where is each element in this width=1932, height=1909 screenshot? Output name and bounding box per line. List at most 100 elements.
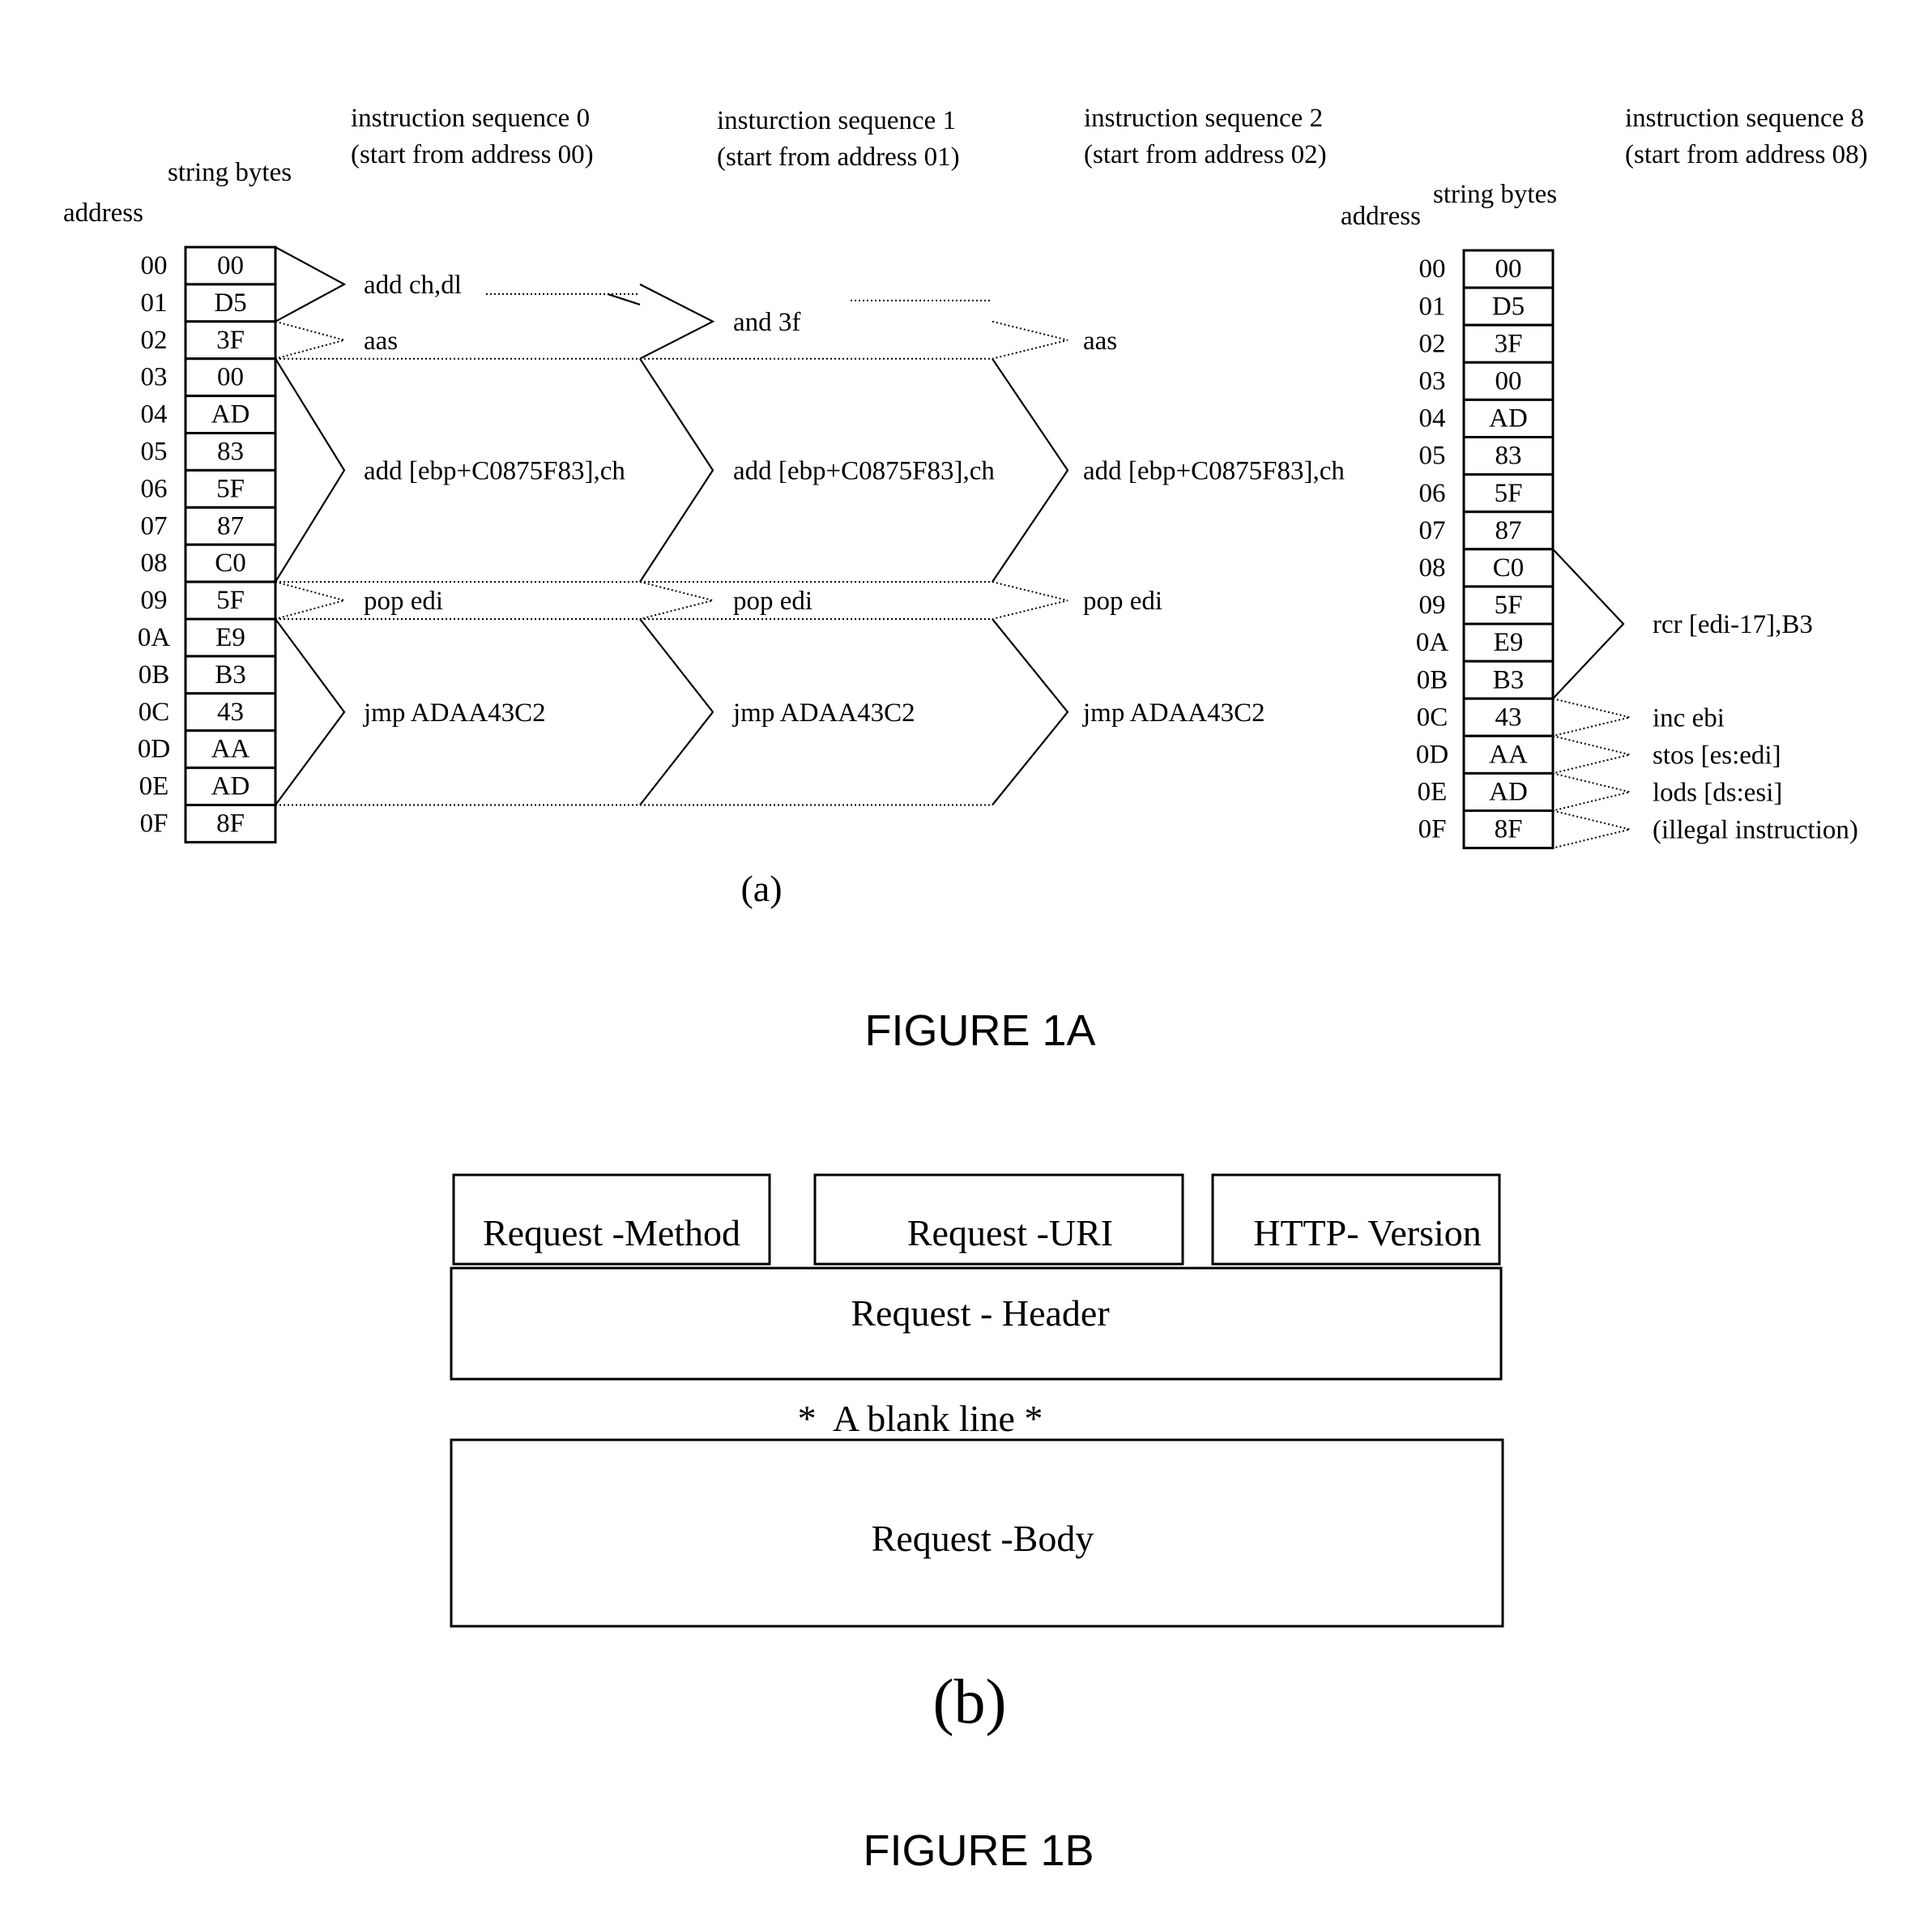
figure-1a: address string bytes instruction sequenc… <box>63 104 1868 1055</box>
instruction-label: jmp ADAA43C2 <box>363 698 546 728</box>
seq0-subtitle: (start from address 00) <box>351 140 594 169</box>
seq1-subtitle: (start from address 01) <box>717 143 960 172</box>
instruction-label: aas <box>364 327 398 356</box>
instruction-bracket <box>275 581 348 620</box>
figure-1b: Request -Method Request -URI HTTP- Versi… <box>450 1173 1504 1875</box>
right-table-address: 0D <box>1416 740 1448 769</box>
right-table-byte: B3 <box>1493 665 1525 694</box>
instruction-bracket <box>639 581 714 620</box>
request-method-label: Request -Method <box>483 1212 740 1253</box>
right-table-address: 04 <box>1419 404 1446 433</box>
right-table-byte: 5F <box>1495 479 1523 508</box>
seq8-instruction-label: (illegal instruction) <box>1653 816 1858 845</box>
left-table-byte: E9 <box>215 623 245 652</box>
right-table-address: 0B <box>1417 665 1448 694</box>
left-string-bytes-table: 00 00 01 D5 02 3F 03 00 04 AD 05 83 06 5F 07 87 08 C0 09 5F… <box>138 246 277 843</box>
seq8-title: instruction sequence 8 <box>1625 104 1864 133</box>
right-table-byte: 8F <box>1495 815 1523 844</box>
right-table-address: 0F <box>1418 815 1447 844</box>
left-table-byte: B3 <box>215 660 246 690</box>
left-table-address: 01 <box>141 288 168 318</box>
seq8-instruction-label: inc ebi <box>1653 703 1725 732</box>
seq8-instruction-bracket <box>1552 698 1631 737</box>
instruction-label: and 3f <box>733 308 800 337</box>
left-table-byte: C0 <box>215 549 246 578</box>
instruction-bracket <box>639 618 714 806</box>
request-header-label: Request - Header <box>851 1292 1109 1334</box>
seq8-instruction-bracket <box>1552 735 1631 775</box>
left-table-address: 0C <box>139 698 170 727</box>
left-table-byte: 00 <box>217 363 244 392</box>
left-table-address: 09 <box>141 586 168 615</box>
right-table-byte: 43 <box>1495 703 1522 732</box>
instruction-label: jmp ADAA43C2 <box>732 698 915 728</box>
right-string-bytes-table: 00 00 01 D5 02 3F 03 00 04 AD 05 83 06 5F 07 87 08 C0 09 5F… <box>1416 249 1555 850</box>
left-table-address: 03 <box>141 363 168 392</box>
left-table-byte: 43 <box>217 698 244 727</box>
left-table-byte: AD <box>211 772 250 801</box>
instruction-label: add ch,dl <box>364 271 462 300</box>
left-table-address: 0B <box>139 660 170 690</box>
right-table-address: 09 <box>1419 591 1446 620</box>
left-table-address: 02 <box>141 326 168 355</box>
instruction-label: pop edi <box>1083 587 1162 616</box>
left-address-header: address <box>63 199 143 228</box>
right-table-address: 00 <box>1419 254 1446 284</box>
right-table-byte: E9 <box>1494 628 1524 657</box>
right-table-byte: C0 <box>1493 553 1525 583</box>
left-table-address: 0E <box>139 772 169 801</box>
instruction-bracket <box>275 320 348 360</box>
left-table-byte: 83 <box>217 438 244 467</box>
figure-1a-caption: FIGURE 1A <box>864 1006 1095 1055</box>
patent-figure-canvas: address string bytes instruction sequenc… <box>63 104 1868 1875</box>
instruction-bracket <box>992 320 1068 360</box>
right-table-byte: AD <box>1489 778 1528 807</box>
left-table-address: 08 <box>141 549 168 578</box>
instruction-bracket <box>992 618 1069 806</box>
left-table-byte: AD <box>211 400 250 429</box>
instruction-bracket <box>639 358 714 583</box>
instruction-label: aas <box>1083 327 1117 356</box>
right-table-address: 03 <box>1419 366 1446 395</box>
right-table-address: 01 <box>1419 292 1446 321</box>
seq8-instruction-bracket <box>1552 772 1631 812</box>
instruction-label: add [ebp+C0875F83],ch <box>364 456 625 485</box>
right-table-byte: AD <box>1489 404 1528 433</box>
instruction-bracket <box>275 358 346 583</box>
right-table-address: 0C <box>1417 703 1448 732</box>
instruction-label: pop edi <box>733 587 812 616</box>
right-table-address: 0E <box>1418 778 1448 807</box>
right-table-address: 07 <box>1419 516 1446 545</box>
connector-join <box>607 293 641 305</box>
left-table-byte: 5F <box>216 586 245 615</box>
right-table-address: 05 <box>1419 442 1446 471</box>
left-table-byte: D5 <box>214 288 246 318</box>
left-table-address: 07 <box>141 511 168 540</box>
left-table-address: 0D <box>138 735 170 764</box>
left-table-byte: 8F <box>216 809 245 839</box>
panel-label-b: (b) <box>933 1666 1007 1736</box>
seq8-instruction-label: stos [es:edi] <box>1653 741 1781 770</box>
request-uri-label: Request -URI <box>907 1212 1113 1253</box>
right-table-byte: 3F <box>1495 329 1523 358</box>
right-table-address: 08 <box>1419 553 1446 583</box>
right-address-header: address <box>1341 202 1421 231</box>
left-table-byte: 00 <box>217 251 244 280</box>
left-table-address: 0F <box>140 809 168 839</box>
left-bytes-header: string bytes <box>168 158 292 187</box>
right-table-address: 06 <box>1419 479 1446 508</box>
right-bytes-header: string bytes <box>1433 180 1557 209</box>
instruction-label: pop edi <box>364 587 443 616</box>
figure-1b-caption: FIGURE 1B <box>863 1826 1094 1875</box>
left-table-address: 05 <box>141 438 168 467</box>
right-table-byte: 83 <box>1495 442 1522 471</box>
left-table-byte: 3F <box>216 326 245 355</box>
right-table-byte: AA <box>1489 740 1528 769</box>
instruction-bracket <box>992 358 1069 583</box>
instruction-bracket <box>992 581 1068 620</box>
seq0-title: instruction sequence 0 <box>351 104 590 133</box>
http-version-label: HTTP- Version <box>1253 1212 1482 1253</box>
right-table-byte: D5 <box>1492 292 1525 321</box>
seq1-title: insturction sequence 1 <box>717 106 956 135</box>
request-body-label: Request -Body <box>872 1518 1094 1559</box>
